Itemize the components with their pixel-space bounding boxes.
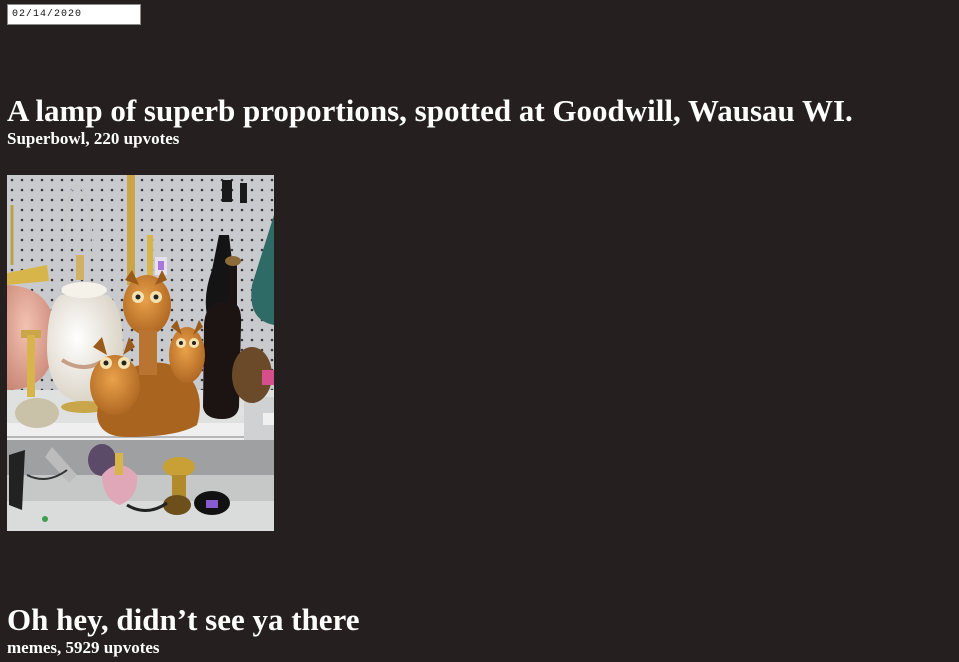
post-title[interactable]: A lamp of superb proportions, spotted at… — [7, 92, 853, 129]
post-title[interactable]: Oh hey, didn’t see ya there — [7, 601, 360, 638]
post-item: Oh hey, didn’t see ya there memes, 5929 … — [7, 601, 360, 658]
post-meta: Superbowl, 220 upvotes — [7, 129, 180, 148]
post-image[interactable] — [7, 175, 274, 531]
post-meta: memes, 5929 upvotes — [7, 638, 160, 657]
date-input[interactable] — [7, 4, 141, 25]
post-item: A lamp of superb proportions, spotted at… — [7, 92, 853, 149]
